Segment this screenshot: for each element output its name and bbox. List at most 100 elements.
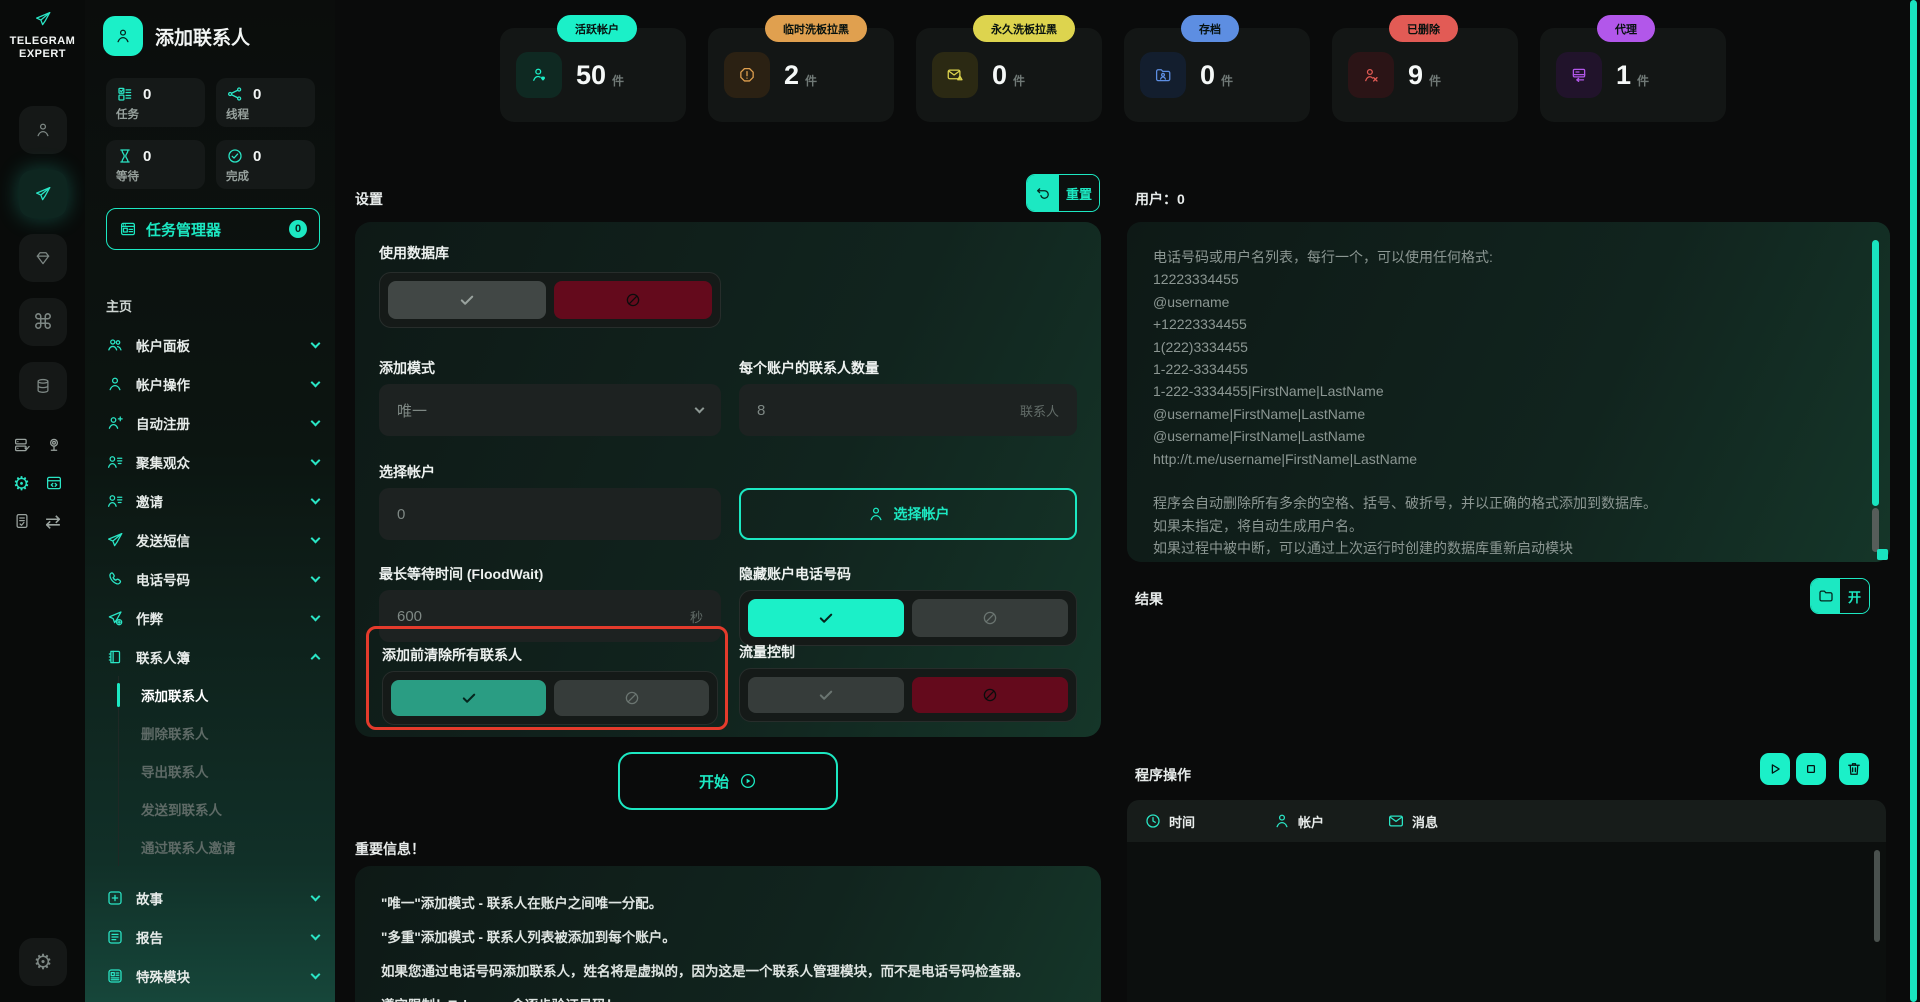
sidebar-item-invite[interactable]: 邀请 [85,481,335,520]
sidebar-item-label: 帐户面板 [136,335,190,355]
use-db-label: 使用数据库 [379,243,449,263]
brand-name: TELEGRAMEXPERT [0,35,85,61]
sidebar-item-label: 联系人簿 [136,647,190,667]
status-card-unit: 件 [612,72,624,89]
chevron-down-icon [311,611,321,621]
ban-icon [981,609,999,627]
server-check-icon[interactable] [13,436,31,454]
sidebar-item-send-sms[interactable]: 发送短信 [85,520,335,559]
sidebar-item-label: 作弊 [136,608,163,628]
status-card-value: 1 [1616,60,1631,91]
hide-phone-yes-button[interactable] [748,599,904,637]
app-root: TELEGRAMEXPERT ⌘ ⚙ ⇄ ⚙ 添加联系人 0任务0线程0等待0完… [0,0,1920,1002]
users-count-label: 用户：0 [1135,189,1185,209]
sidebar-subitem-send-to-contacts[interactable]: 发送到联系人 [119,790,335,828]
clear-contacts-no-button[interactable] [554,680,709,716]
settings-gear-button[interactable]: ⚙ [19,938,67,986]
run-button[interactable] [1760,753,1790,785]
add-contact-header-icon [103,16,143,56]
task-manager-button[interactable]: 任务管理器 0 [106,208,320,250]
clock-icon [1144,812,1162,830]
flow-control-yes-button[interactable] [748,677,904,713]
sidebar-item-label: 邀请 [136,491,163,511]
per-account-input[interactable]: 8 联系人 [739,384,1077,436]
hide-phone-label: 隐藏账户电话号码 [739,564,851,584]
status-card-value: 0 [1200,60,1215,91]
sidebar-item-cheat[interactable]: 作弊 [85,598,335,637]
important-info-line: 如果您通过电话号码添加联系人，姓名将是虚拟的，因为这是一个联系人管理模块，而不是… [381,960,1075,980]
textarea-resize-handle[interactable] [1877,549,1888,560]
status-card-active-accounts: 活跃帐户50件 [500,15,686,122]
task-manager-icon [119,220,137,238]
rail-item-premium[interactable] [19,234,67,282]
sidebar-item-account-actions[interactable]: 帐户操作 [85,364,335,403]
clear-log-button[interactable] [1839,753,1869,785]
sidebar-item-home[interactable]: 主页 [85,286,335,325]
use-db-yes-button[interactable] [388,281,546,319]
reset-button-label: 重置 [1059,175,1099,211]
code-window-icon[interactable] [45,474,63,492]
sidebar-subitem-invite-via-contacts[interactable]: 通过联系人邀请 [119,828,335,866]
rail-item-accounts[interactable] [19,106,67,154]
sidebar-menu: 主页帐户面板帐户操作自动注册聚集观众邀请发送短信电话号码作弊联系人簿添加联系人删… [85,286,335,995]
person-icon [1273,812,1291,830]
textarea-scrollbar-track[interactable] [1872,240,1879,506]
numbers-input-textarea[interactable]: 电话号码或用户名列表，每行一个，可以使用任何格式: 12223334455 @u… [1127,222,1890,562]
hide-phone-no-button[interactable] [912,599,1068,637]
sidebar-item-phone-numbers[interactable]: 电话号码 [85,559,335,598]
sidebar-item-contacts-book[interactable]: 联系人簿 [85,637,335,676]
plane-plus-icon [106,609,124,627]
add-mode-select[interactable]: 唯一 [379,384,721,436]
chevron-down-icon [311,969,321,979]
sidebar-subitem-export-contacts[interactable]: 导出联系人 [119,752,335,790]
document-check-icon[interactable] [13,512,31,530]
sidebar: 添加联系人 0任务0线程0等待0完成 任务管理器 0 主页帐户面板帐户操作自动注… [85,0,335,1002]
webcam-person-icon[interactable] [45,436,63,454]
highlight-box: 添加前清除所有联系人 [366,626,728,730]
status-card-perm-spamblock: 永久洗板拉黑0件 [916,15,1102,122]
chevron-down-icon [311,455,321,465]
sidebar-item-stories[interactable]: 故事 [85,878,335,917]
status-card-badge: 活跃帐户 [557,15,637,42]
select-accounts-count-input[interactable]: 0 [379,488,721,540]
rail-item-database[interactable] [19,362,67,410]
page-scrollbar[interactable] [1910,0,1917,1002]
sidebar-subitem-delete-contacts[interactable]: 删除联系人 [119,714,335,752]
rail-item-sender[interactable] [19,170,67,218]
chevron-down-icon [311,891,321,901]
select-accounts-button[interactable]: 选择帐户 [739,488,1077,540]
sidebar-subitem-add-contacts[interactable]: 添加联系人 [119,676,335,714]
status-card-unit: 件 [1637,72,1649,89]
start-button[interactable]: 开始 [618,752,838,810]
open-result-button[interactable]: 开 [1810,578,1870,614]
rail-item-commands[interactable]: ⌘ [19,298,67,346]
textarea-scrollbar-thumb[interactable] [1872,508,1879,552]
flow-control-no-button[interactable] [912,677,1068,713]
status-card-unit: 件 [805,72,817,89]
book-icon [106,648,124,666]
stop-button[interactable] [1796,753,1826,785]
sidebar-item-auto-register[interactable]: 自动注册 [85,403,335,442]
reset-button[interactable]: 重置 [1026,174,1100,212]
ban-icon [981,686,999,704]
telegram-logo-icon [34,10,52,28]
status-card-archive: 存档0件 [1124,15,1310,122]
status-card-unit: 件 [1013,72,1025,89]
chevron-down-icon [311,930,321,940]
sidebar-item-label: 报告 [136,927,163,947]
mini-stat-value: 0 [143,86,151,103]
gear-teal-icon[interactable]: ⚙ [13,474,34,495]
swap-arrows-icon[interactable]: ⇄ [45,512,66,533]
task-manager-count-badge: 0 [289,220,307,238]
proxy-icon [1570,66,1588,84]
use-db-no-button[interactable] [554,281,712,319]
play-icon [1766,760,1784,778]
sidebar-item-gather-audience[interactable]: 聚集观众 [85,442,335,481]
table-scrollbar-thumb[interactable] [1874,850,1880,942]
sidebar-item-special-modules[interactable]: 特殊模块 [85,956,335,995]
person-plus-icon [106,414,124,432]
sidebar-item-account-panel[interactable]: 帐户面板 [85,325,335,364]
sidebar-item-reports[interactable]: 报告 [85,917,335,956]
clear-contacts-yes-button[interactable] [391,680,546,716]
operations-table-header: 时间帐户消息 [1127,800,1886,842]
